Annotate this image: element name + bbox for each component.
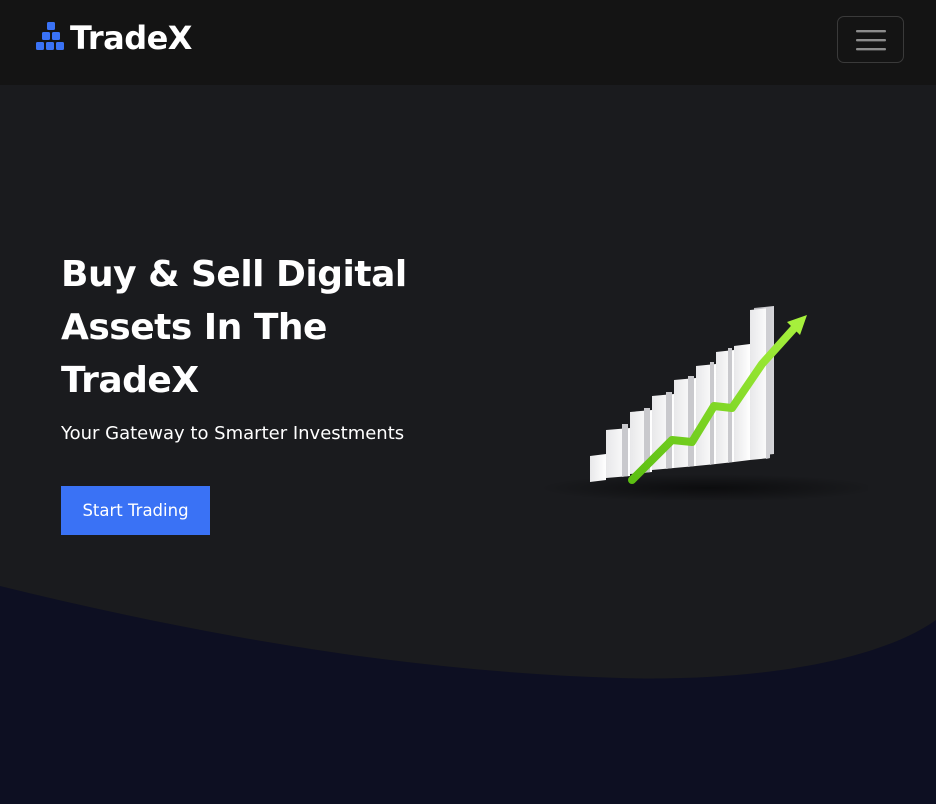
menu-toggle-button[interactable] <box>837 16 904 63</box>
blocks-logo-icon <box>36 22 64 50</box>
brand-link[interactable]: TradeX <box>36 18 192 58</box>
hero-title: Buy & Sell Digital Assets In The TradeX <box>61 254 407 401</box>
brand-name: TradeX <box>70 19 192 57</box>
start-trading-button[interactable]: Start Trading <box>61 486 210 535</box>
hero-subtitle: Your Gateway to Smarter Investments <box>61 423 405 444</box>
page: TradeX Buy & Sell Digital Assets In The … <box>0 0 936 804</box>
hero-wave-divider <box>0 586 936 804</box>
navbar: TradeX <box>0 0 936 85</box>
growth-bar-chart-arrow-icon <box>538 306 868 500</box>
hamburger-menu-icon <box>855 29 886 50</box>
